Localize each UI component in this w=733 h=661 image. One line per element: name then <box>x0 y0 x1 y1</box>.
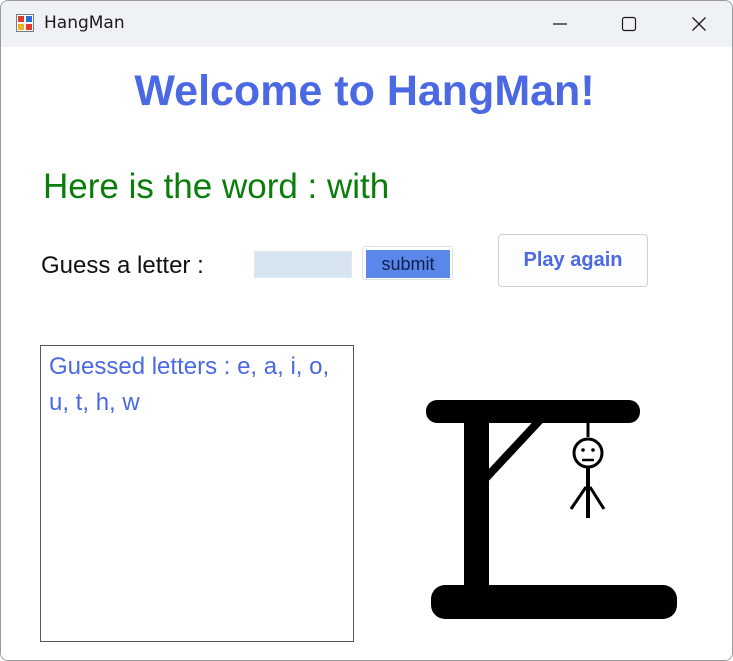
close-button[interactable] <box>676 1 722 47</box>
welcome-heading: Welcome to HangMan! <box>134 67 595 115</box>
word-display: Here is the word : with <box>43 167 390 206</box>
app-window: HangMan Welcome to HangMan! Here is the … <box>0 0 733 661</box>
app-icon <box>16 14 34 32</box>
maximize-button[interactable] <box>606 1 652 47</box>
maximize-icon <box>621 16 637 32</box>
hangman-left-arm <box>569 486 588 510</box>
minimize-icon <box>553 23 567 25</box>
guessed-letters-box: Guessed letters : e, a, i, o, u, t, h, w <box>40 345 354 642</box>
gallows-brace <box>482 417 543 482</box>
hangman-drawing <box>426 400 677 619</box>
title-bar[interactable]: HangMan <box>1 1 732 47</box>
guess-input[interactable] <box>254 251 352 278</box>
window-title: HangMan <box>44 13 125 33</box>
gallows-base <box>431 585 677 619</box>
gallows-post <box>464 413 489 599</box>
minimize-button[interactable] <box>537 1 583 47</box>
hangman-right-arm <box>588 486 606 510</box>
submit-button[interactable]: submit <box>366 250 450 278</box>
guessed-letters-text: Guessed letters : e, a, i, o, u, t, h, w <box>49 353 330 416</box>
client-area: Welcome to HangMan! Here is the word : w… <box>1 47 732 660</box>
guess-label: Guess a letter : <box>41 252 204 279</box>
sad-face-icon <box>572 437 604 469</box>
play-again-button[interactable]: Play again <box>498 234 648 287</box>
gallows-top-beam <box>426 400 640 423</box>
close-icon <box>692 17 706 31</box>
